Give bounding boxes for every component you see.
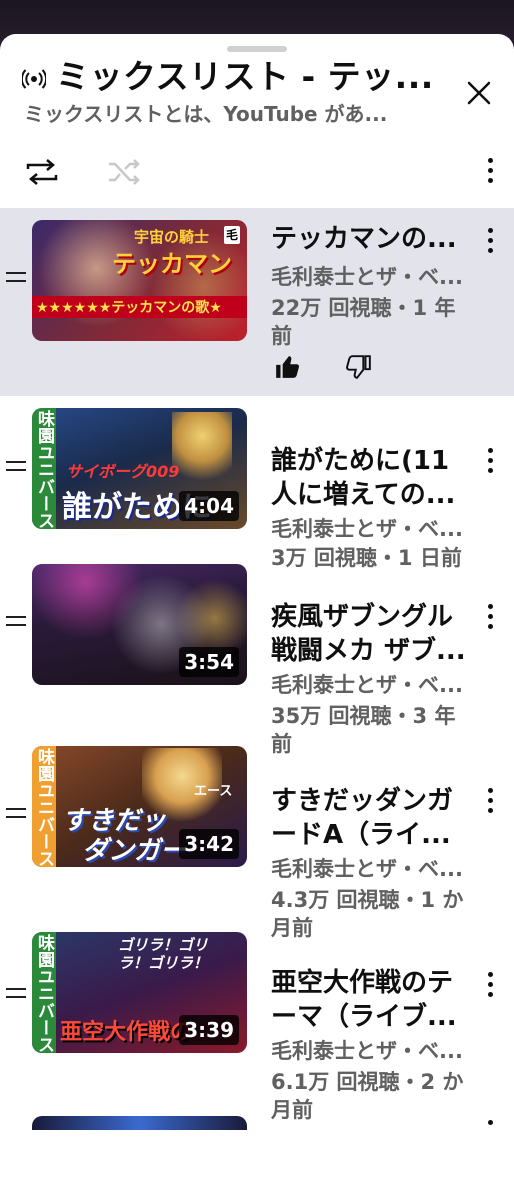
more-vert-icon[interactable] — [484, 788, 496, 818]
thumb-down-icon[interactable] — [346, 354, 372, 380]
more-vert-icon[interactable] — [484, 604, 496, 634]
video-title[interactable]: 疾風ザブングル戦闘メカ ザブ... — [271, 600, 473, 668]
thumbnail-side-text: 味園ユニバース — [34, 410, 54, 529]
video-thumbnail[interactable]: 味園ユニバース エース すきだッ ダンガー 3:42 — [32, 746, 247, 867]
thumbnail-side-banner: 味園ユニバース — [32, 932, 56, 1053]
playlist-controls — [0, 144, 514, 200]
video-meta: 22万 回視聴・1 年前 — [271, 296, 456, 348]
video-duration: 3:54 — [179, 647, 239, 677]
close-icon[interactable] — [462, 76, 496, 110]
list-footer — [0, 1130, 514, 1199]
thumbnail-sub-text: ゴリラ！ゴリラ！ゴリラ！ — [118, 936, 209, 972]
thumbnail-sub-text: サイボーグ009 — [66, 462, 180, 481]
video-title[interactable]: 亜空大作戦のテーマ（ライブ... — [271, 966, 473, 1034]
playlist-header: ミックスリスト - テッ... ミックスリストとは、YouTube があ... — [0, 34, 514, 138]
list-item[interactable]: 宇宙の騎士 テッカマン ★★★★★★テッカマンの歌★ 毛 テッカマンの... 毛… — [0, 208, 514, 396]
video-duration: 3:42 — [179, 829, 239, 859]
channel-logo: 毛 — [224, 226, 240, 244]
video-thumbnail[interactable]: 3:54 — [32, 564, 247, 685]
more-vert-icon[interactable] — [484, 228, 496, 258]
drag-handle-icon[interactable] — [6, 461, 26, 473]
video-channel[interactable]: 毛利泰士とザ・ベ... — [271, 670, 473, 700]
shuffle-icon[interactable] — [106, 156, 142, 188]
thumbnail-side-banner: 味園ユニバース — [32, 746, 56, 867]
video-title[interactable]: すきだッダンガードA（ライ... — [271, 784, 473, 852]
thumbnail-side-text: 味園ユニバース — [34, 934, 54, 1053]
mix-playlist-panel: ミックスリスト - テッ... ミックスリストとは、YouTube があ... … — [0, 34, 514, 1199]
thumbnail-banner-text: ★★★★★★テッカマンの歌★ — [36, 300, 222, 316]
thumbnail-sub-text: エース — [194, 784, 233, 799]
thumbnail-banner: ★★★★★★テッカマンの歌★ — [32, 296, 247, 318]
thumbnail-performer — [172, 412, 232, 492]
video-channel[interactable]: 毛利泰士とザ・ベ... — [271, 854, 473, 884]
video-channel[interactable]: 毛利泰士とザ・ベ... — [271, 262, 473, 292]
thumbnail-side-text: 味園ユニバース — [34, 748, 54, 867]
list-item[interactable]: 味園ユニバース エース すきだッ ダンガー 3:42 すきだッダンガードA（ライ… — [0, 732, 514, 940]
thumb-up-icon[interactable] — [274, 354, 300, 380]
broadcast-icon — [22, 69, 46, 89]
loop-icon[interactable] — [24, 156, 60, 188]
video-title[interactable]: 誰がために(11人に増えての... — [271, 444, 473, 512]
drag-handle-icon[interactable] — [6, 616, 26, 628]
thumbnail-main-text-2: ダンガー — [82, 836, 187, 866]
video-channel[interactable]: 毛利泰士とザ・ベ... — [271, 1036, 473, 1066]
playlist-title: ミックスリスト - テッ... — [56, 57, 434, 96]
thumbnail-side-banner: 味園ユニバース — [32, 408, 56, 529]
thumbnail-main-text: テッカマン — [112, 250, 232, 278]
list-item[interactable]: 3:54 疾風ザブングル戦闘メカ ザブ... 毛利泰士とザ・ベ... 35万 回… — [0, 564, 514, 756]
video-duration: 4:04 — [179, 491, 239, 521]
video-title[interactable]: テッカマンの... — [271, 222, 473, 256]
list-item[interactable]: 味園ユニバース ゴリラ！ゴリラ！ゴリラ！ 亜空大作戦の 3:39 亜空大作戦のテ… — [0, 918, 514, 1122]
playlist-subtitle[interactable]: ミックスリストとは、YouTube があ... — [24, 100, 424, 128]
video-thumbnail[interactable]: 味園ユニバース ゴリラ！ゴリラ！ゴリラ！ 亜空大作戦の 3:39 — [32, 932, 247, 1053]
more-vert-icon[interactable] — [484, 158, 496, 188]
more-vert-icon[interactable] — [484, 972, 496, 1002]
thumbnail-main-text: 亜空大作戦の — [60, 1020, 193, 1045]
video-channel[interactable]: 毛利泰士とザ・ベ... — [271, 514, 473, 544]
video-duration: 3:39 — [179, 1015, 239, 1045]
drag-handle-icon[interactable] — [6, 272, 26, 284]
more-vert-icon[interactable] — [484, 448, 496, 478]
list-item[interactable]: 味園ユニバース サイボーグ009 誰がために 4:04 誰がために(11人に増え… — [0, 396, 514, 570]
drag-handle-icon[interactable] — [6, 808, 26, 820]
video-thumbnail[interactable]: 味園ユニバース サイボーグ009 誰がために 4:04 — [32, 408, 247, 529]
drag-handle-icon[interactable] — [6, 988, 26, 1000]
video-thumbnail[interactable]: 宇宙の騎士 テッカマン ★★★★★★テッカマンの歌★ 毛 — [32, 220, 247, 341]
